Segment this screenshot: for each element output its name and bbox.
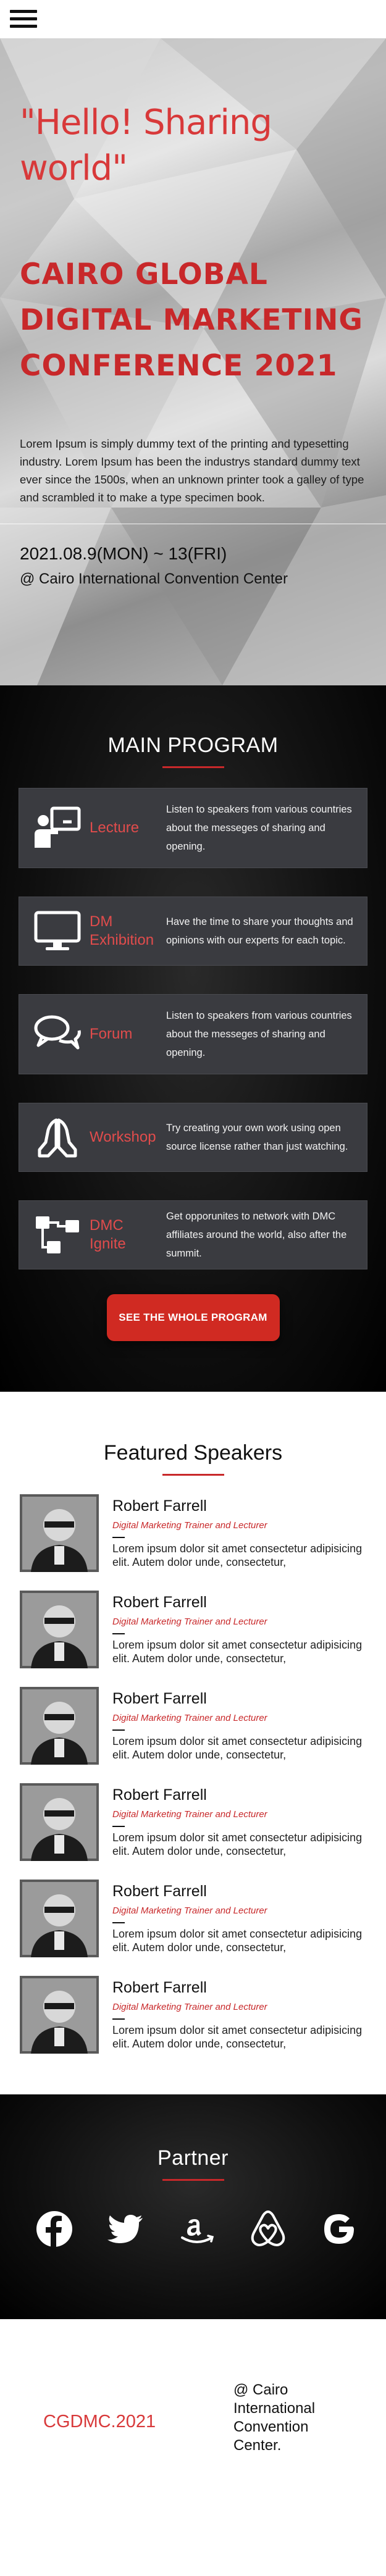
program-card-text: Listen to speakers from various countrie… [166, 1010, 352, 1058]
hero-title: CAIRO GLOBAL DIGITAL MARKETING CONFERENC… [20, 257, 363, 383]
program-card-label: Workshop [90, 1129, 156, 1145]
program-card-label: DMC Ignite [90, 1217, 126, 1252]
program-card-label: Forum [90, 1026, 133, 1042]
speaker-avatar [20, 1783, 99, 1861]
network-nodes-icon [31, 1213, 83, 1257]
program-card-forum[interactable]: Forum Listen to speakers from various co… [19, 994, 367, 1074]
speaker-bio: Lorem ipsum dolor sit amet consectetur a… [112, 2024, 363, 2050]
hero-description: Lorem Ipsum is simply dummy text of the … [20, 437, 364, 504]
speaker-card[interactable]: Robert Farrell Digital Marketing Trainer… [20, 1687, 386, 1783]
facebook-icon[interactable] [36, 2210, 73, 2248]
google-icon[interactable] [321, 2210, 358, 2248]
speaker-name: Robert Farrell [112, 1690, 207, 1707]
program-card-lecture[interactable]: Lecture Listen to speakers from various … [19, 788, 367, 868]
speaker-divider [112, 1826, 125, 1827]
speaker-divider [112, 1729, 125, 1731]
speaker-avatar [20, 1687, 99, 1765]
program-card-text: Listen to speakers from various countrie… [166, 804, 352, 852]
speaker-divider [112, 1537, 125, 1538]
speaker-list: Robert Farrell Digital Marketing Trainer… [20, 1494, 386, 2072]
speaker-divider [112, 1633, 125, 1634]
partner-section: Partner [0, 2094, 386, 2319]
partner-title: Partner [157, 2146, 229, 2170]
speaker-card[interactable]: Robert Farrell Digital Marketing Trainer… [20, 1880, 386, 1976]
hero-section: "Hello! Sharing world" CAIRO GLOBAL DIGI… [0, 38, 386, 685]
speaker-name: Robert Farrell [112, 1979, 207, 1996]
event-venue: @ Cairo International Convention Center [20, 571, 288, 587]
footer-venue: @ Cairo International Convention Center. [233, 2382, 316, 2454]
top-bar [0, 0, 386, 38]
partner-logos [0, 2210, 386, 2248]
footer: CGDMC.2021 @ Cairo International Convent… [0, 2319, 386, 2529]
program-card-dmc-ignite[interactable]: DMC Ignite Get opporunites to network wi… [19, 1200, 367, 1269]
amazon-icon[interactable] [178, 2210, 216, 2248]
speaker-role: Digital Marketing Trainer and Lecturer [112, 1616, 267, 1627]
speakers-title: Featured Speakers [103, 1441, 283, 1465]
speaker-role: Digital Marketing Trainer and Lecturer [112, 1905, 267, 1916]
praying-hands-icon [31, 1115, 83, 1160]
speaker-bio: Lorem ipsum dolor sit amet consectetur a… [112, 1928, 363, 1954]
speaker-avatar [20, 1976, 99, 2054]
program-card-text: Try creating your own work using open so… [166, 1123, 348, 1152]
speaker-avatar [20, 1880, 99, 1957]
chat-bubbles-icon [31, 1012, 83, 1056]
title-underline [162, 2179, 224, 2181]
monitor-icon [31, 909, 83, 953]
program-card-dm-exhibition[interactable]: DM Exhibition Have the time to share you… [19, 897, 367, 966]
program-card-workshop[interactable]: Workshop Try creating your own work usin… [19, 1103, 367, 1172]
speaker-name: Robert Farrell [112, 1786, 207, 1804]
program-card-text: Get opporunites to network with DMC affi… [166, 1211, 347, 1259]
hero-greeting: "Hello! Sharing world" [20, 102, 272, 188]
speaker-divider [112, 2018, 125, 2020]
speaker-card[interactable]: Robert Farrell Digital Marketing Trainer… [20, 1783, 386, 1880]
speaker-card[interactable]: Robert Farrell Digital Marketing Trainer… [20, 1494, 386, 1591]
title-underline [162, 1474, 224, 1476]
speaker-name: Robert Farrell [112, 1594, 207, 1611]
speaker-role: Digital Marketing Trainer and Lecturer [112, 1713, 267, 1723]
speaker-bio: Lorem ipsum dolor sit amet consectetur a… [112, 1735, 363, 1761]
main-program-section: MAIN PROGRAM Lecture Listen to speakers … [0, 685, 386, 1392]
speaker-bio: Lorem ipsum dolor sit amet consectetur a… [112, 1831, 363, 1857]
speaker-card[interactable]: Robert Farrell Digital Marketing Trainer… [20, 1976, 386, 2072]
footer-brand[interactable]: CGDMC.2021 [43, 2412, 156, 2432]
speaker-role: Digital Marketing Trainer and Lecturer [112, 1809, 267, 1820]
speaker-role: Digital Marketing Trainer and Lecturer [112, 2002, 267, 2012]
speaker-bio: Lorem ipsum dolor sit amet consectetur a… [112, 1639, 363, 1665]
see-whole-program-button[interactable]: SEE THE WHOLE PROGRAM [106, 1294, 280, 1341]
airbnb-icon[interactable] [250, 2210, 287, 2248]
twitter-icon[interactable] [107, 2210, 144, 2248]
speaker-bio: Lorem ipsum dolor sit amet consectetur a… [112, 1542, 363, 1568]
event-date: 2021.08.9(MON) ~ 13(FRI) [20, 544, 227, 563]
presentation-icon [31, 806, 83, 850]
speaker-card[interactable]: Robert Farrell Digital Marketing Trainer… [20, 1591, 386, 1687]
program-card-label: Lecture [90, 819, 140, 836]
speaker-name: Robert Farrell [112, 1883, 207, 1900]
program-card-text: Have the time to share your thoughts and… [166, 916, 353, 946]
speaker-avatar [20, 1494, 99, 1572]
featured-speakers-section: Featured Speakers Robert Farrell Digital… [0, 1392, 386, 2094]
speaker-role: Digital Marketing Trainer and Lecturer [112, 1520, 267, 1531]
hamburger-menu-icon[interactable] [10, 7, 37, 31]
program-card-label: DM Exhibition [90, 913, 154, 948]
speaker-divider [112, 1922, 125, 1923]
speaker-name: Robert Farrell [112, 1497, 207, 1515]
program-title: MAIN PROGRAM [107, 734, 279, 757]
speaker-avatar [20, 1591, 99, 1668]
title-underline [162, 766, 224, 768]
